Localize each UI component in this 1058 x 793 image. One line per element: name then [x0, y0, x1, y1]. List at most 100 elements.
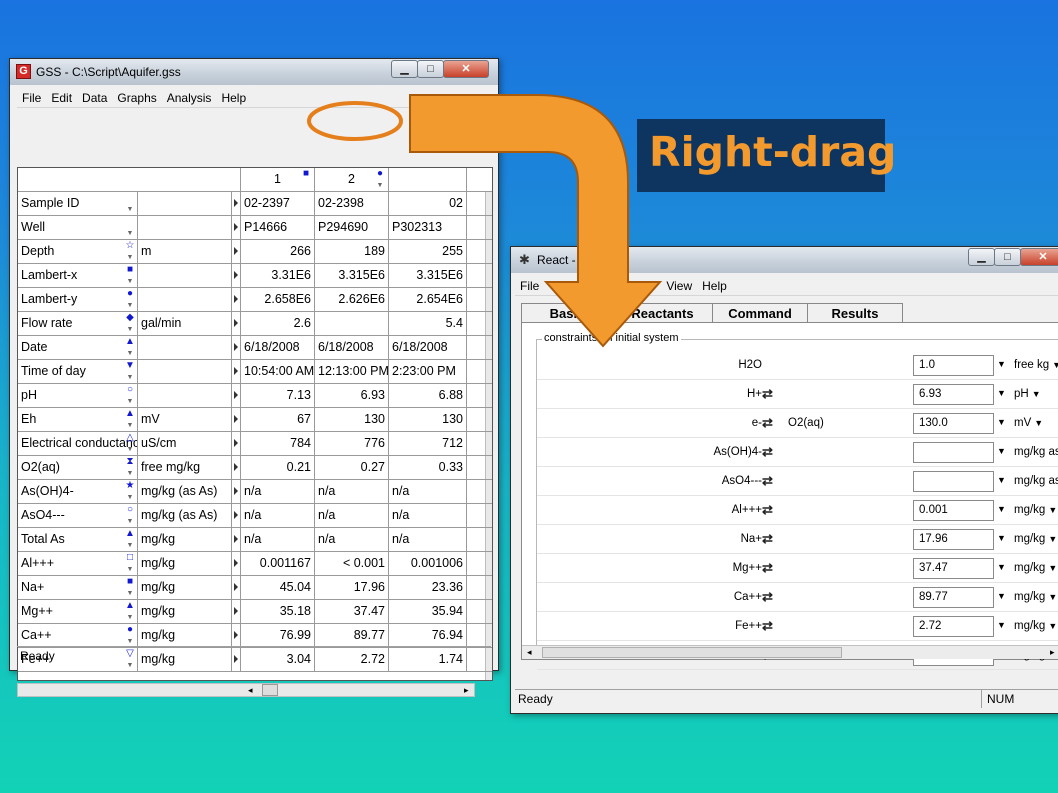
dropdown-icon[interactable]: ▼ [124, 326, 136, 334]
unit-cell[interactable] [138, 192, 232, 216]
swap-icon[interactable]: ⇄ [762, 444, 773, 460]
data-cell[interactable]: 23.36 [389, 576, 467, 600]
data-cell[interactable]: 37.47 [315, 600, 389, 624]
constraint-value-input[interactable]: 0.001 [913, 500, 994, 521]
data-cell[interactable]: 3.315E6 [315, 264, 389, 288]
variable-name[interactable]: AsO4--- [18, 504, 138, 528]
variable-name[interactable]: Date [18, 336, 138, 360]
dropdown-icon[interactable]: ▼ [124, 638, 136, 646]
series-symbol-icon[interactable]: ★ [124, 481, 136, 491]
unit-select[interactable]: mg/kg as A▼ [1014, 475, 1058, 487]
unit-select[interactable]: mg/kg as A▼ [1014, 446, 1058, 458]
dropdown-icon[interactable]: ▼ [124, 302, 136, 310]
menu-view[interactable]: View [666, 279, 692, 293]
data-cell[interactable]: 35.94 [389, 600, 467, 624]
series-symbol-icon[interactable]: ▲ [124, 337, 136, 347]
data-cell[interactable]: 6/18/2008 [241, 336, 315, 360]
series-symbol-icon[interactable]: ▲ [124, 529, 136, 539]
swap-icon[interactable]: ⇄ [762, 502, 773, 518]
constraint-value-input[interactable]: 17.96 [913, 529, 994, 550]
row-expander[interactable] [232, 192, 241, 216]
value-dropdown-icon[interactable]: ▼ [997, 446, 1006, 456]
series-symbol-icon[interactable]: △ [124, 433, 136, 443]
unit-cell[interactable]: mg/kg [138, 552, 232, 576]
dropdown-icon[interactable]: ▼ [124, 278, 136, 286]
variable-name[interactable]: Ca++ [18, 624, 138, 648]
column-symbol-icon[interactable]: ● [374, 169, 386, 179]
swap-icon[interactable]: ⇄ [762, 386, 773, 402]
data-cell[interactable]: 76.94 [389, 624, 467, 648]
data-cell[interactable]: 6/18/2008 [315, 336, 389, 360]
series-symbol-icon[interactable]: ● [124, 625, 136, 635]
row-expander[interactable] [232, 528, 241, 552]
data-cell[interactable]: 45.04 [241, 576, 315, 600]
data-cell[interactable]: 02-2398 [315, 192, 389, 216]
data-cell[interactable]: 2:23:00 PM [389, 360, 467, 384]
variable-name[interactable]: Electrical conductance [18, 432, 138, 456]
data-cell[interactable]: 712 [389, 432, 467, 456]
data-cell[interactable]: 02 [389, 192, 467, 216]
scroll-thumb[interactable] [262, 684, 278, 696]
swap-icon[interactable]: ⇄ [762, 531, 773, 547]
constraint-value-input[interactable]: 2.72 [913, 616, 994, 637]
data-cell[interactable]: 2.6 [241, 312, 315, 336]
dropdown-icon[interactable]: ▼ [124, 206, 136, 214]
series-symbol-icon[interactable]: ☆ [124, 241, 136, 251]
unit-cell[interactable]: mg/kg [138, 624, 232, 648]
variable-name[interactable]: Al+++ [18, 552, 138, 576]
tab-results[interactable]: Results [807, 303, 903, 323]
data-cell[interactable]: 89.77 [315, 624, 389, 648]
swap-icon[interactable]: ⇄ [762, 618, 773, 634]
data-cell[interactable]: 2.654E6 [389, 288, 467, 312]
unit-cell[interactable]: mg/kg [138, 576, 232, 600]
data-cell[interactable]: n/a [315, 504, 389, 528]
unit-select[interactable]: mV ▼ [1014, 417, 1043, 429]
data-cell[interactable]: 6.88 [389, 384, 467, 408]
series-symbol-icon[interactable]: ○ [124, 385, 136, 395]
data-cell[interactable]: 266 [241, 240, 315, 264]
data-cell[interactable]: n/a [315, 480, 389, 504]
dropdown-icon[interactable]: ▼ [124, 614, 136, 622]
scroll-right-icon[interactable]: ▸ [464, 685, 469, 696]
swap-icon[interactable]: ⇄ [762, 473, 773, 489]
unit-select[interactable]: mg/kg▼ [1014, 591, 1057, 603]
menu-graphs[interactable]: Graphs [117, 91, 156, 105]
row-expander[interactable] [232, 264, 241, 288]
value-dropdown-icon[interactable]: ▼ [997, 475, 1006, 485]
constraint-value-input[interactable]: 1.0 [913, 355, 994, 376]
row-expander[interactable] [232, 576, 241, 600]
horizontal-scrollbar[interactable]: ◂ ▸ [17, 683, 475, 697]
scroll-right-icon[interactable]: ▸ [1050, 647, 1055, 658]
minimize-button[interactable]: ▁ [968, 248, 995, 266]
series-symbol-icon[interactable]: ○ [124, 505, 136, 515]
data-cell[interactable]: 784 [241, 432, 315, 456]
menu-analysis[interactable]: Analysis [167, 91, 212, 105]
swap-icon[interactable]: ⇄ [762, 415, 773, 431]
unit-cell[interactable]: free mg/kg [138, 456, 232, 480]
unit-cell[interactable]: mg/kg [138, 600, 232, 624]
constraint-value-input[interactable] [913, 471, 994, 492]
constraint-value-input[interactable]: 89.77 [913, 587, 994, 608]
unit-cell[interactable]: mg/kg (as As) [138, 480, 232, 504]
row-expander[interactable] [232, 360, 241, 384]
row-expander[interactable] [232, 552, 241, 576]
data-cell[interactable]: 3.315E6 [389, 264, 467, 288]
data-cell[interactable]: n/a [389, 528, 467, 552]
data-cell[interactable] [315, 312, 389, 336]
dropdown-icon[interactable]: ▼ [124, 518, 136, 526]
scroll-left-icon[interactable]: ◂ [248, 685, 253, 696]
data-cell[interactable]: 130 [315, 408, 389, 432]
dropdown-icon[interactable]: ▼ [124, 470, 136, 478]
variable-name[interactable]: Total As [18, 528, 138, 552]
variable-name[interactable]: Depth [18, 240, 138, 264]
variable-name[interactable]: Eh [18, 408, 138, 432]
react-horizontal-scrollbar[interactable]: ◂ ▸ [522, 645, 1058, 659]
row-expander[interactable] [232, 408, 241, 432]
data-cell[interactable]: 255 [389, 240, 467, 264]
data-cell[interactable]: 0.21 [241, 456, 315, 480]
menu-help[interactable]: Help [221, 91, 246, 105]
data-cell[interactable]: P14666 [241, 216, 315, 240]
unit-select[interactable]: mg/kg▼ [1014, 562, 1057, 574]
dropdown-icon[interactable]: ▼ [124, 350, 136, 358]
swap-icon[interactable]: ⇄ [762, 560, 773, 576]
